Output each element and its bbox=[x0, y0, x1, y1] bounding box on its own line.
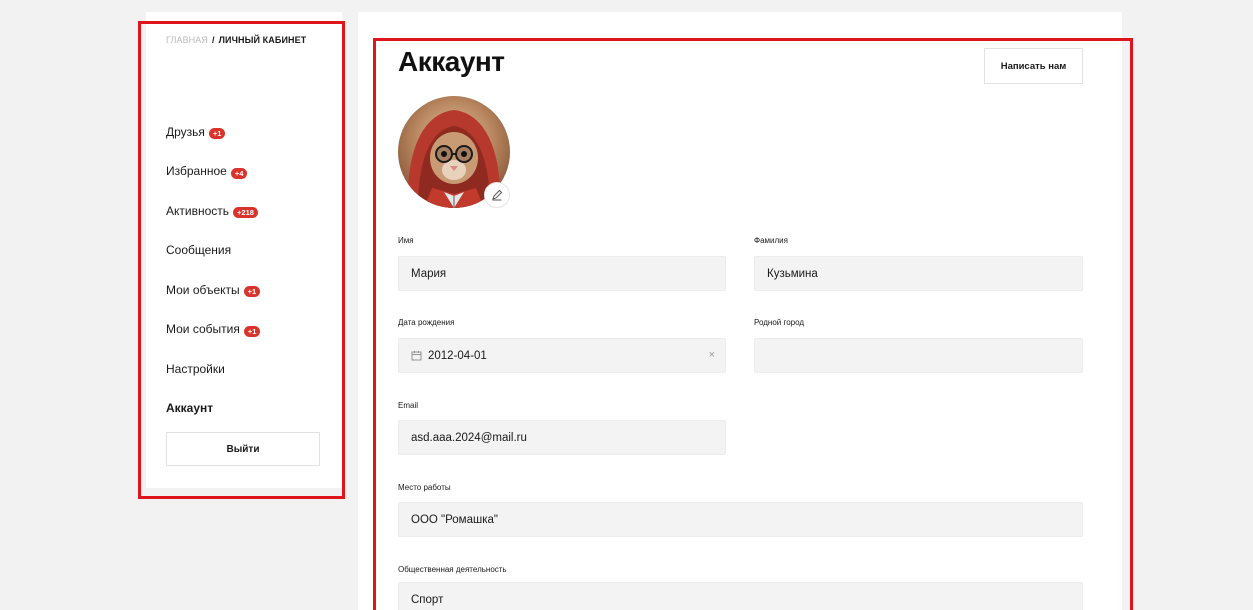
sidebar-item-label: Мои объекты bbox=[166, 282, 240, 297]
home-city-label: Родной город bbox=[754, 318, 805, 327]
birth-date-input[interactable] bbox=[428, 349, 725, 362]
birth-date-field[interactable]: × bbox=[398, 338, 726, 373]
sidebar-item-label: Настройки bbox=[166, 361, 225, 376]
sidebar-item-settings[interactable]: Настройки bbox=[166, 349, 336, 389]
notification-badge: +4 bbox=[230, 167, 248, 179]
sidebar-item-favorites[interactable]: Избранное +4 bbox=[166, 152, 336, 192]
sidebar-item-label: Аккаунт bbox=[166, 401, 214, 416]
sidebar-item-friends[interactable]: Друзья +1 bbox=[166, 112, 336, 152]
breadcrumb-current: ЛИЧНЫЙ КАБИНЕТ bbox=[218, 35, 307, 45]
sidebar-item-messages[interactable]: Сообщения bbox=[166, 231, 336, 271]
email-label: Email bbox=[398, 401, 419, 410]
sidebar-item-label: Мои события bbox=[166, 322, 240, 337]
breadcrumb-separator: / bbox=[211, 35, 215, 45]
email-field[interactable] bbox=[398, 420, 726, 455]
logout-button[interactable]: Выйти bbox=[166, 432, 320, 466]
home-city-input[interactable] bbox=[767, 349, 1082, 362]
edit-pencil-icon bbox=[492, 189, 503, 201]
first-name-input[interactable] bbox=[411, 267, 725, 280]
sidebar-item-label: Избранное bbox=[166, 164, 227, 179]
sidebar-item-my-objects[interactable]: Мои объекты +1 bbox=[166, 270, 336, 310]
notification-badge: +218 bbox=[233, 207, 258, 219]
first-name-label: Имя bbox=[398, 236, 414, 245]
email-input[interactable] bbox=[411, 431, 725, 444]
sidebar-item-label: Друзья bbox=[166, 124, 205, 139]
breadcrumb: ГЛАВНАЯ / ЛИЧНЫЙ КАБИНЕТ bbox=[166, 35, 306, 45]
home-city-field[interactable] bbox=[754, 338, 1083, 373]
edit-avatar-button[interactable] bbox=[484, 182, 510, 208]
contact-us-button[interactable]: Написать нам bbox=[984, 48, 1083, 84]
last-name-input[interactable] bbox=[767, 267, 1082, 280]
sidebar-item-activity[interactable]: Активность +218 bbox=[166, 191, 336, 231]
sidebar: ГЛАВНАЯ / ЛИЧНЫЙ КАБИНЕТ Друзья +1 Избранн… bbox=[146, 12, 342, 488]
last-name-label: Фамилия bbox=[754, 236, 788, 245]
clear-date-icon[interactable]: × bbox=[709, 349, 715, 361]
sidebar-item-label: Сообщения bbox=[166, 243, 232, 258]
social-activity-input[interactable] bbox=[411, 593, 1082, 606]
social-activity-field[interactable] bbox=[398, 582, 1083, 610]
calendar-icon bbox=[411, 350, 422, 361]
last-name-field[interactable] bbox=[754, 256, 1083, 291]
notification-badge: +1 bbox=[243, 325, 261, 337]
breadcrumb-home[interactable]: ГЛАВНАЯ bbox=[166, 35, 208, 45]
sidebar-item-account[interactable]: Аккаунт bbox=[166, 389, 336, 429]
notification-badge: +1 bbox=[243, 286, 261, 298]
workplace-input[interactable] bbox=[411, 513, 1082, 526]
birth-date-label: Дата рождения bbox=[398, 318, 455, 327]
sidebar-item-label: Активность bbox=[166, 203, 230, 218]
workplace-field[interactable] bbox=[398, 502, 1083, 537]
workplace-label: Место работы bbox=[398, 483, 451, 492]
notification-badge: +1 bbox=[208, 128, 226, 140]
sidebar-nav: Друзья +1 Избранное +4 Активность +218 С… bbox=[166, 112, 336, 428]
page-title: Аккаунт bbox=[398, 46, 505, 77]
social-activity-label: Общественная деятельность bbox=[398, 565, 507, 574]
sidebar-item-my-events[interactable]: Мои события +1 bbox=[166, 310, 336, 350]
first-name-field[interactable] bbox=[398, 256, 726, 291]
